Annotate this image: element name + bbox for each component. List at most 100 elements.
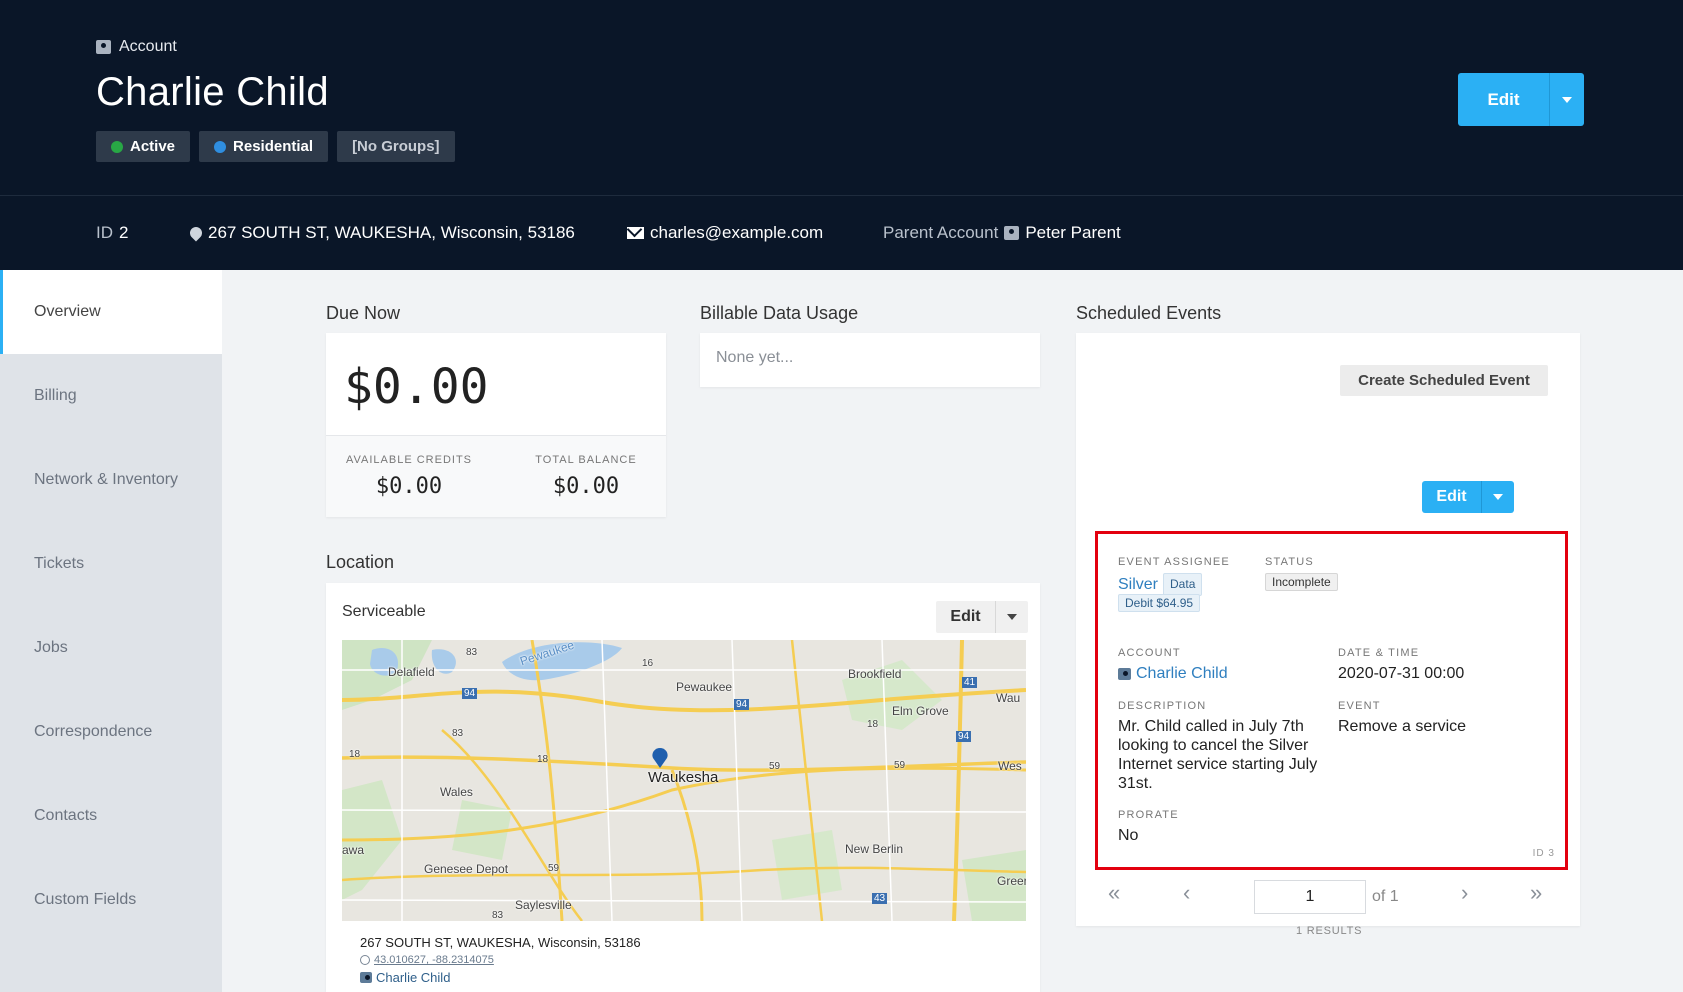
event-assignee-label: EVENT ASSIGNEE [1118, 556, 1230, 568]
location-map[interactable]: Delafield Pewaukee Pewaukee Brookfield E… [342, 640, 1026, 921]
sidebar-item-overview[interactable]: Overview [0, 270, 222, 354]
map-label-brookfield: Brookfield [848, 667, 902, 681]
event-assignee-link[interactable]: Silver [1118, 575, 1158, 594]
map-label-saylesville: Saylesville [515, 898, 572, 912]
map-label-wau: Wau [996, 691, 1021, 705]
event-type-value: Remove a service [1338, 718, 1467, 735]
map-route-18-east: 18 [867, 719, 879, 730]
due-now-title: Due Now [326, 303, 401, 323]
total-balance: TOTAL BALANCE $0.00 [526, 454, 646, 499]
account-edit-button[interactable]: Edit [1458, 73, 1550, 126]
next-page-icon[interactable]: › [1461, 880, 1468, 906]
create-scheduled-event-button[interactable]: Create Scheduled Event [1340, 365, 1548, 396]
map-route-59-middle: 59 [769, 761, 781, 772]
location-edit-button[interactable]: Edit [936, 601, 996, 633]
residential-dot-icon [214, 140, 227, 153]
page-of-total: of 1 [1372, 888, 1399, 905]
event-prorate-label: PRORATE [1118, 809, 1179, 821]
globe-icon [360, 955, 370, 965]
sidebar-item-jobs[interactable]: Jobs [0, 606, 222, 690]
location-card: Serviceable Edit Delafield Pewaukee Pewa… [326, 583, 1040, 992]
page-number-input[interactable]: 1 [1254, 880, 1366, 914]
prev-page-icon[interactable]: ‹ [1183, 880, 1190, 906]
map-route-i94-west: 94 [462, 688, 478, 699]
location-coordinates-link[interactable]: 43.010627, -88.2314075 [374, 954, 494, 966]
total-balance-label: TOTAL BALANCE [535, 454, 637, 466]
event-account[interactable]: Charlie Child [1118, 664, 1228, 683]
account-email-text[interactable]: charles@example.com [650, 223, 823, 243]
event-edit-dropdown-toggle[interactable] [1482, 481, 1514, 513]
badge-row: Active Residential [No Groups] [96, 131, 455, 162]
event-description-value: Mr. Child called in July 7th looking to … [1118, 718, 1318, 792]
map-route-i94-east: 94 [956, 731, 972, 742]
map-route-16: 16 [642, 658, 654, 669]
event-description-label: DESCRIPTION [1118, 700, 1207, 712]
location-title: Location [326, 552, 395, 572]
first-page-icon[interactable]: « [1108, 880, 1120, 906]
location-address: 267 SOUTH ST, WAUKESHA, Wisconsin, 53186 [360, 935, 641, 950]
event-account-link[interactable]: Charlie Child [1136, 664, 1228, 683]
serviceable-status: Serviceable [342, 603, 426, 620]
map-route-83-north: 83 [466, 647, 478, 658]
chevron-down-icon [1493, 494, 1503, 500]
event-prorate-value: No [1118, 827, 1139, 844]
sidebar-nav: Overview Billing Network & Inventory Tic… [0, 270, 222, 992]
map-pin-icon[interactable] [652, 750, 664, 766]
status-badge-active: Active [96, 131, 191, 162]
event-type-label: EVENT [1338, 700, 1381, 712]
map-label-wes: Wes [998, 759, 1022, 773]
event-datetime-label: DATE & TIME [1338, 647, 1420, 659]
account-info-bar: ID 2 267 SOUTH ST, WAUKESHA, Wisconsin, … [0, 195, 1683, 270]
map-route-43: 43 [872, 893, 888, 904]
event-account-label: ACCOUNT [1118, 647, 1181, 659]
account-id-value: 2 [119, 223, 129, 242]
map-route-18-middle: 18 [537, 754, 549, 765]
event-assignee-debit: Debit $64.95 [1118, 594, 1201, 612]
location-coordinates[interactable]: 43.010627, -88.2314075 [360, 954, 494, 966]
event-edit-button[interactable]: Edit [1422, 481, 1482, 513]
parent-account-link[interactable]: Peter Parent [1025, 223, 1120, 243]
location-edit-dropdown-toggle[interactable] [996, 601, 1028, 633]
sidebar-item-billing[interactable]: Billing [0, 354, 222, 438]
data-usage-empty: None yet... [716, 349, 794, 366]
map-route-59-south: 59 [548, 863, 560, 874]
account-id: ID 2 [96, 223, 128, 243]
due-now-card: $0.00 AVAILABLE CREDITS $0.00 TOTAL BALA… [326, 333, 666, 517]
status-badge-label: Active [130, 138, 176, 155]
map-route-41: 41 [962, 677, 978, 688]
account-address: 267 SOUTH ST, WAUKESHA, Wisconsin, 53186 [187, 223, 575, 243]
type-badge-label: Residential [233, 138, 314, 155]
map-route-i94-middle: 94 [734, 699, 750, 710]
sidebar-item-custom-fields[interactable]: Custom Fields [0, 858, 222, 942]
data-usage-card: None yet... [700, 333, 1040, 387]
due-now-amount: $0.00 [344, 359, 489, 415]
location-edit-split-button: Edit [936, 601, 1028, 633]
event-status-badge: Incomplete [1265, 573, 1338, 591]
sidebar-item-contacts[interactable]: Contacts [0, 774, 222, 858]
location-account[interactable]: Charlie Child [360, 970, 450, 985]
data-usage-title: Billable Data Usage [700, 303, 859, 323]
results-count: 1 RESULTS [1296, 925, 1363, 937]
location-account-link[interactable]: Charlie Child [376, 970, 450, 985]
map-label-elm-grove: Elm Grove [892, 704, 949, 718]
map-label-genesee-depot: Genesee Depot [424, 862, 509, 876]
scheduled-events-title: Scheduled Events [1076, 303, 1222, 323]
sidebar-item-correspondence[interactable]: Correspondence [0, 690, 222, 774]
map-label-awa: awa [342, 843, 365, 857]
pin-icon [187, 224, 205, 242]
event-details-panel: EVENT ASSIGNEE Silver Data Debit $64.95 … [1095, 531, 1568, 870]
account-email[interactable]: charles@example.com [627, 223, 823, 243]
account-edit-dropdown-toggle[interactable] [1550, 73, 1584, 126]
last-page-icon[interactable]: » [1530, 880, 1542, 906]
sidebar-item-tickets[interactable]: Tickets [0, 522, 222, 606]
due-now-footer: AVAILABLE CREDITS $0.00 TOTAL BALANCE $0… [326, 435, 666, 517]
account-icon [96, 40, 111, 54]
sidebar-item-network-inventory[interactable]: Network & Inventory [0, 438, 222, 522]
account-edit-split-button: Edit [1458, 73, 1584, 126]
map-label-wales: Wales [440, 785, 473, 799]
mail-icon [627, 227, 644, 239]
map-label-greer: Greer [997, 874, 1026, 888]
active-dot-icon [111, 140, 123, 153]
event-status-label: STATUS [1265, 556, 1314, 568]
event-assignee-debit-tag: Debit $64.95 [1118, 594, 1201, 612]
